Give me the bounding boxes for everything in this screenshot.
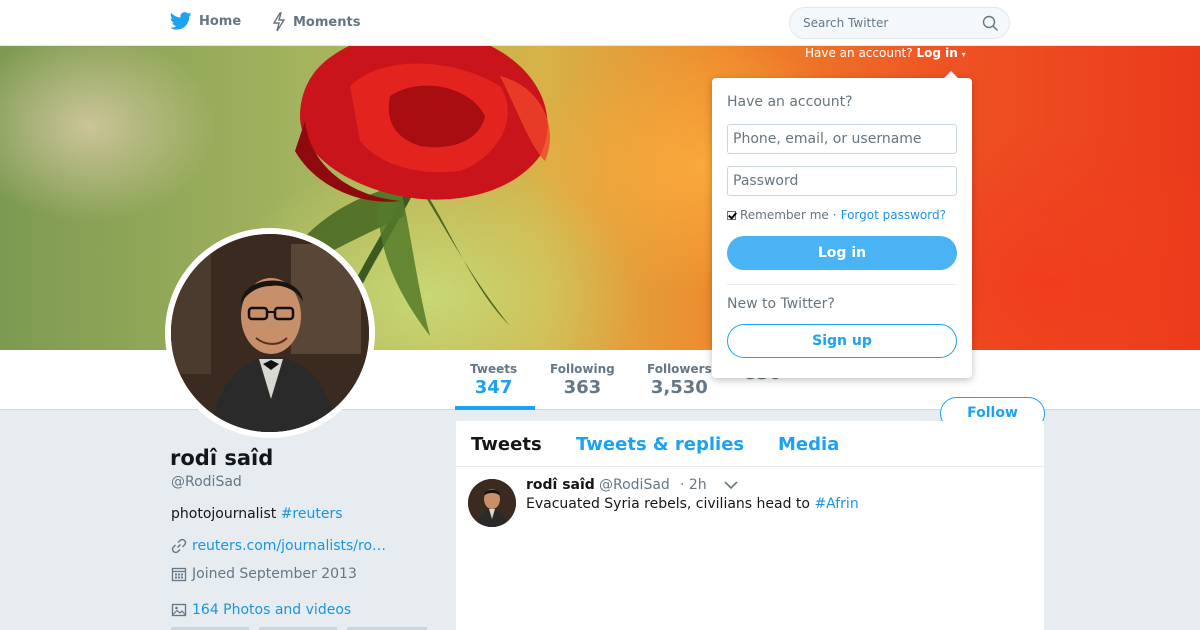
profile-handle[interactable]: @RodiSad [171, 474, 242, 490]
stat-value: 347 [474, 377, 513, 398]
nav-home[interactable]: Home [170, 12, 241, 30]
chevron-down-icon[interactable] [724, 481, 738, 490]
login-dropdown-title: Have an account? [727, 94, 853, 110]
tweet-author-handle[interactable]: @RodiSad [599, 477, 670, 493]
bio-hashtag[interactable]: #reuters [281, 506, 343, 522]
tweet-text: Evacuated Syria rebels, civilians head t… [526, 496, 859, 512]
username-field[interactable] [727, 124, 957, 154]
timeline: Tweets Tweets & replies Media rodî saîd … [456, 421, 1044, 630]
profile-photos-link[interactable]: 164 Photos and videos [192, 602, 351, 618]
person-photo-icon [171, 234, 369, 432]
nav-moments[interactable]: Moments [272, 12, 360, 32]
stat-label: Tweets [470, 362, 518, 376]
nav-home-label: Home [199, 13, 242, 29]
profile-name[interactable]: rodî saîd [170, 446, 273, 470]
calendar-icon [171, 567, 187, 582]
profile-photos-row: 164 Photos and videos [171, 602, 351, 618]
search-placeholder: Search Twitter [803, 16, 889, 30]
login-hint-link[interactable]: Log in [916, 46, 957, 60]
stat-label: Followers [647, 362, 712, 376]
link-icon [171, 538, 187, 554]
tab-tweets-replies[interactable]: Tweets & replies [576, 434, 744, 455]
bio-text: photojournalist [171, 506, 281, 522]
remember-label[interactable]: Remember me [740, 208, 829, 222]
nav-moments-label: Moments [293, 14, 361, 30]
password-field[interactable] [727, 166, 957, 196]
tweet-item[interactable]: rodî saîd @RodiSad · 2h Evacuated Syria … [456, 467, 1044, 537]
profile-avatar[interactable] [165, 228, 375, 438]
stat-following[interactable]: Following 363 [550, 362, 615, 398]
profile-joined: Joined September 2013 [192, 566, 357, 582]
lightning-icon [272, 12, 286, 32]
divider [727, 284, 957, 285]
remember-checkbox[interactable] [727, 210, 736, 220]
tweet-body: Evacuated Syria rebels, civilians head t… [526, 496, 815, 512]
tab-media[interactable]: Media [778, 434, 839, 455]
stat-value: 3,530 [650, 377, 708, 398]
new-to-twitter-label: New to Twitter? [727, 296, 835, 312]
avatar-photo [171, 234, 369, 432]
tweet-hashtag[interactable]: #Afrin [814, 496, 858, 512]
signup-button[interactable]: Sign up [727, 324, 957, 358]
tab-tweets[interactable]: Tweets [471, 434, 542, 455]
profile-url-row: reuters.com/journalists/ro… [171, 538, 386, 554]
profile-joined-row: Joined September 2013 [171, 566, 357, 582]
stat-tweets[interactable]: Tweets 347 [470, 362, 517, 398]
separator-dot: · [832, 208, 837, 222]
image-icon [171, 603, 187, 617]
twitter-bird-icon [170, 12, 192, 30]
tweet-avatar[interactable] [468, 479, 516, 527]
search-input[interactable]: Search Twitter [789, 7, 1010, 39]
active-stat-underline [455, 406, 535, 410]
login-hint-prefix: Have an account? [805, 46, 913, 60]
login-dropdown: Have an account? Remember me · Forgot pa… [712, 78, 972, 378]
stat-followers[interactable]: Followers 3,530 [647, 362, 712, 398]
dropdown-caret [944, 71, 958, 78]
forgot-password-link[interactable]: Forgot password? [841, 208, 946, 222]
tweet-author-name[interactable]: rodî saîd [526, 477, 595, 493]
profile-url[interactable]: reuters.com/journalists/ro… [192, 538, 386, 554]
login-button[interactable]: Log in [727, 236, 957, 270]
person-photo-icon [468, 479, 516, 527]
login-hint: Have an account? Log in ▾ [805, 46, 966, 60]
profile-bio: photojournalist #reuters [171, 506, 343, 522]
tweet-timestamp[interactable]: · 2h [680, 477, 707, 493]
top-nav: Home Moments Search Twitter [0, 0, 1200, 46]
remember-row: Remember me · Forgot password? [727, 208, 946, 222]
stat-value: 363 [563, 377, 602, 398]
timeline-tabs: Tweets Tweets & replies Media [456, 421, 1044, 467]
caret-down-icon: ▾ [961, 50, 966, 59]
stat-label: Following [550, 362, 615, 376]
search-icon[interactable] [982, 15, 999, 32]
